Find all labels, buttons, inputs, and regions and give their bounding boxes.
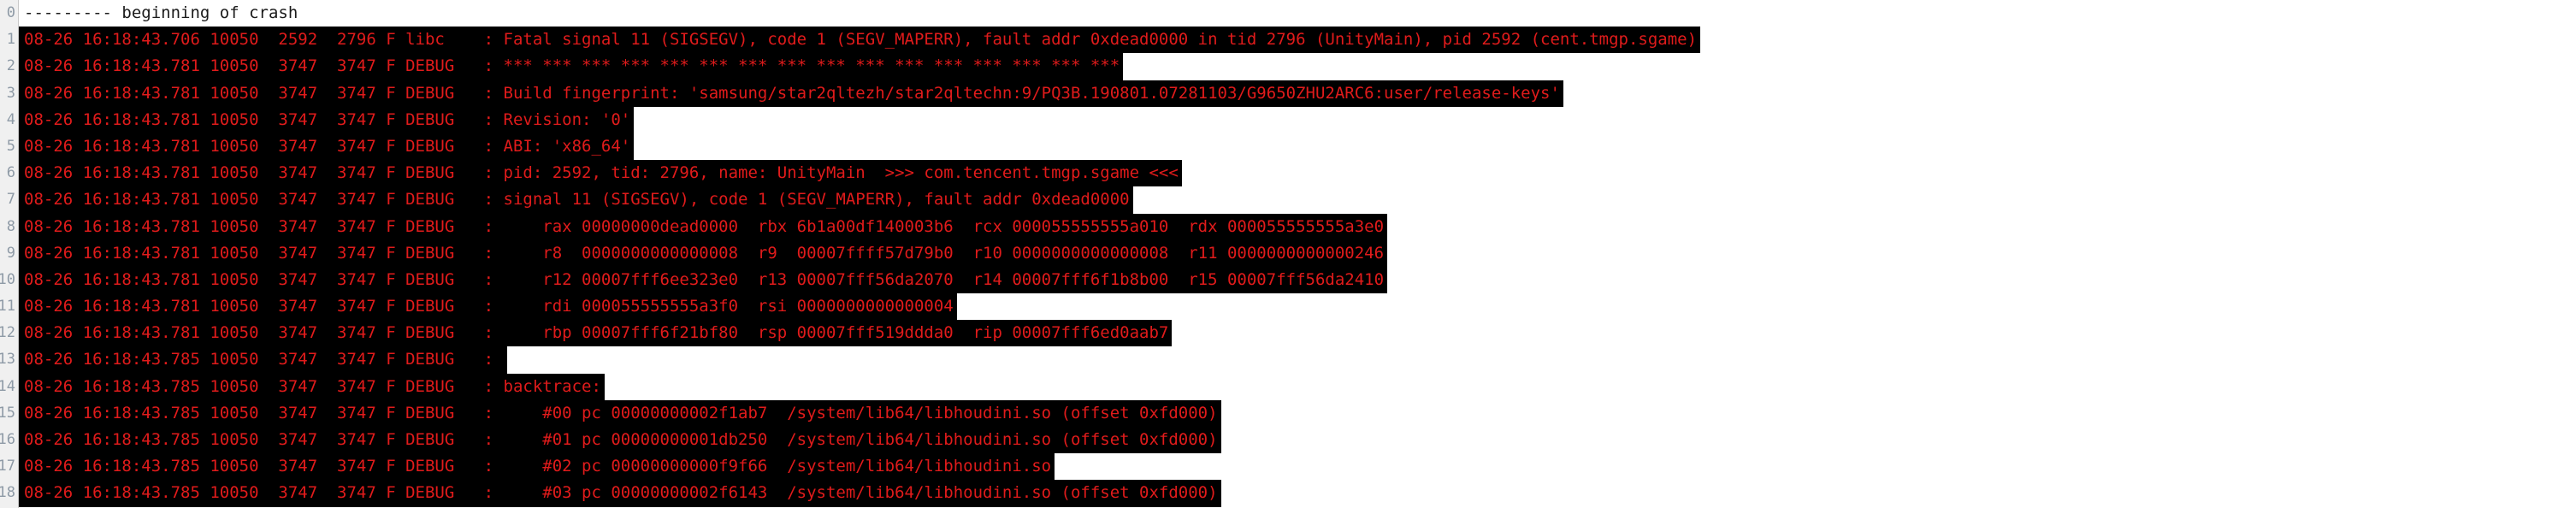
log-row-text: 08-26 16:18:43.781 10050 3747 3747 F DEB… <box>19 320 1173 347</box>
line-number: 15 <box>0 404 15 422</box>
line-number: 8 <box>6 217 15 235</box>
log-row-text: 08-26 16:18:43.781 10050 3747 3747 F DEB… <box>19 80 1563 107</box>
log-row-text: 08-26 16:18:43.781 10050 3747 3747 F DEB… <box>19 53 1124 80</box>
log-row-text: 08-26 16:18:43.781 10050 3747 3747 F DEB… <box>19 239 1388 267</box>
line-number: 18 <box>0 484 15 502</box>
line-number: 12 <box>0 324 15 342</box>
log-row-text: 08-26 16:18:43.785 10050 3747 3747 F DEB… <box>19 399 1221 427</box>
log-row-text: 08-26 16:18:43.781 10050 3747 3747 F DEB… <box>19 186 1133 214</box>
line-number: 16 <box>0 431 15 448</box>
log-row[interactable]: 08-26 16:18:43.781 10050 3747 3747 F DEB… <box>19 133 2576 161</box>
log-row-text: 08-26 16:18:43.785 10050 3747 3747 F DEB… <box>19 427 1221 454</box>
log-row-text: 08-26 16:18:43.785 10050 3747 3747 F DEB… <box>19 373 605 400</box>
line-number: 7 <box>6 191 15 209</box>
log-row-text: 08-26 16:18:43.781 10050 3747 3747 F DEB… <box>19 106 635 133</box>
log-row-text: 08-26 16:18:43.781 10050 3747 3747 F DEB… <box>19 213 1388 240</box>
line-number: 6 <box>6 164 15 182</box>
line-number: 14 <box>0 377 15 395</box>
log-row-text: 08-26 16:18:43.781 10050 3747 3747 F DEB… <box>19 160 1182 187</box>
log-row[interactable]: 08-26 16:18:43.785 10050 3747 3747 F DEB… <box>19 427 2576 454</box>
log-row[interactable]: 08-26 16:18:43.781 10050 3747 3747 F DEB… <box>19 160 2576 187</box>
log-row-text: 08-26 16:18:43.781 10050 3747 3747 F DEB… <box>19 293 957 321</box>
line-number: 4 <box>6 110 15 128</box>
log-row[interactable]: 08-26 16:18:43.781 10050 3747 3747 F DEB… <box>19 266 2576 294</box>
log-row[interactable]: 08-26 16:18:43.785 10050 3747 3747 F DEB… <box>19 373 2576 400</box>
log-row[interactable]: 08-26 16:18:43.781 10050 3747 3747 F DEB… <box>19 320 2576 347</box>
log-row[interactable]: 08-26 16:18:43.785 10050 3747 3747 F DEB… <box>19 346 2576 374</box>
log-row-text: 08-26 16:18:43.781 10050 3747 3747 F DEB… <box>19 266 1388 294</box>
log-row[interactable]: 08-26 16:18:43.781 10050 3747 3747 F DEB… <box>19 186 2576 214</box>
log-header-beginning-of-crash: --------- beginning of crash <box>19 0 2576 27</box>
log-row-text: 08-26 16:18:43.706 10050 2592 2796 F lib… <box>19 27 1701 54</box>
line-number: 1 <box>6 31 15 49</box>
log-row[interactable]: 08-26 16:18:43.781 10050 3747 3747 F DEB… <box>19 239 2576 267</box>
log-row[interactable]: 08-26 16:18:43.781 10050 3747 3747 F DEB… <box>19 293 2576 321</box>
log-row[interactable]: 08-26 16:18:43.781 10050 3747 3747 F DEB… <box>19 53 2576 80</box>
line-number: 13 <box>0 351 15 369</box>
line-number: 17 <box>0 458 15 476</box>
log-row[interactable]: 08-26 16:18:43.706 10050 2592 2796 F lib… <box>19 27 2576 54</box>
log-row-text: 08-26 16:18:43.785 10050 3747 3747 F DEB… <box>19 453 1055 481</box>
log-row[interactable]: 08-26 16:18:43.785 10050 3747 3747 F DEB… <box>19 453 2576 481</box>
line-number: 5 <box>6 137 15 155</box>
log-row[interactable]: 08-26 16:18:43.781 10050 3747 3747 F DEB… <box>19 213 2576 240</box>
log-output-area[interactable]: --------- beginning of crash 08-26 16:18… <box>19 0 2576 508</box>
log-row[interactable]: 08-26 16:18:43.781 10050 3747 3747 F DEB… <box>19 80 2576 107</box>
log-row[interactable]: 08-26 16:18:43.781 10050 3747 3747 F DEB… <box>19 106 2576 133</box>
log-row-text: 08-26 16:18:43.785 10050 3747 3747 F DEB… <box>19 346 507 374</box>
line-number: 3 <box>6 84 15 102</box>
log-row-text: 08-26 16:18:43.781 10050 3747 3747 F DEB… <box>19 133 635 161</box>
log-row[interactable]: 08-26 16:18:43.785 10050 3747 3747 F DEB… <box>19 399 2576 427</box>
line-number: 0 <box>6 4 15 21</box>
log-row[interactable]: 08-26 16:18:43.785 10050 3747 3747 F DEB… <box>19 480 2576 507</box>
logcat-viewer: 0123456789101112131415161718 --------- b… <box>0 0 2576 508</box>
line-number: 9 <box>6 244 15 262</box>
line-number: 2 <box>6 57 15 75</box>
log-row-text: 08-26 16:18:43.785 10050 3747 3747 F DEB… <box>19 480 1221 507</box>
line-number: 11 <box>0 298 15 316</box>
line-number: 10 <box>0 270 15 288</box>
line-number-gutter: 0123456789101112131415161718 <box>0 0 19 508</box>
